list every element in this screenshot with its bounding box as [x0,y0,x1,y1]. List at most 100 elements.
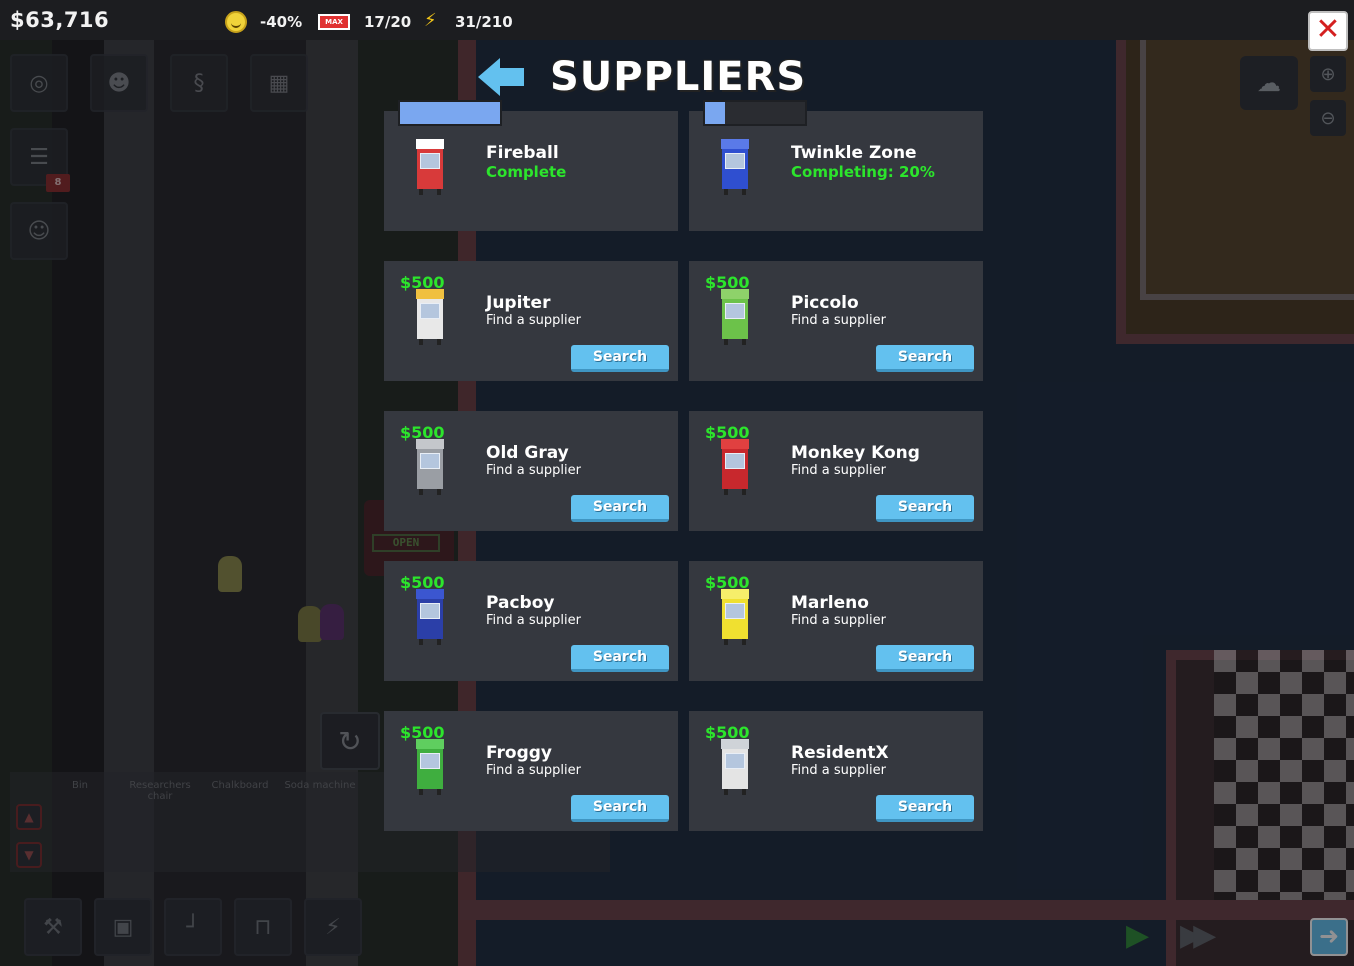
cabinet-leg [437,339,441,345]
cabinet-marquee [416,739,444,749]
supplier-card: $500 Marleno Find a supplier Search [689,561,983,681]
supplier-status: Find a supplier [486,613,581,628]
cabinet-marquee [721,439,749,449]
cabinet-leg [724,189,728,195]
supplier-card: Fireball Complete [384,100,678,231]
search-button[interactable]: Search [571,345,669,372]
arcade-cabinet-icon [416,289,444,345]
power-value: 31/210 [455,13,513,31]
page-title: SUPPLIERS [550,54,807,100]
supplier-name: Twinkle Zone [791,143,917,163]
supplier-progress-fill [705,102,725,124]
arcade-cabinet-icon [721,139,749,195]
cabinet-leg [742,789,746,795]
supplier-card: $500 Old Gray Find a supplier Search [384,411,678,531]
cabinet-screen [420,453,440,469]
cabinet-leg [724,339,728,345]
arcade-cabinet-icon [416,739,444,795]
supplier-name: Monkey Kong [791,443,920,463]
cabinet-leg [742,189,746,195]
back-arrow-icon[interactable] [478,58,524,96]
supplier-status: Find a supplier [486,763,581,778]
arcade-cabinet-icon [416,589,444,645]
cabinet-leg [437,489,441,495]
cabinet-leg [742,339,746,345]
arcade-cabinet-icon [721,589,749,645]
cabinet-screen [420,303,440,319]
cabinet-leg [419,189,423,195]
supplier-status: Find a supplier [791,463,886,478]
supplier-status: Find a supplier [486,313,581,328]
supplier-name: ResidentX [791,743,889,763]
cabinet-leg [724,639,728,645]
arcade-cabinet-icon [721,739,749,795]
cabinet-screen [725,153,745,169]
cabinet-leg [742,489,746,495]
cabinet-leg [724,489,728,495]
supplier-card: $500 Froggy Find a supplier Search [384,711,678,831]
cabinet-leg [419,489,423,495]
search-button[interactable]: Search [876,795,974,822]
cabinet-screen [725,753,745,769]
supplier-name: Froggy [486,743,553,763]
cabinet-leg [742,639,746,645]
cabinet-marquee [416,289,444,299]
cabinet-screen [725,303,745,319]
supplier-name: Old Gray [486,443,569,463]
cabinet-marquee [416,589,444,599]
supplier-progress-bar [398,100,502,126]
supplier-status: Find a supplier [791,313,886,328]
supplier-name: Marleno [791,593,869,613]
cabinet-marquee [721,139,749,149]
supplier-card: $500 ResidentX Find a supplier Search [689,711,983,831]
supplier-status: Find a supplier [791,613,886,628]
cabinet-screen [420,153,440,169]
arcade-cabinet-icon [721,289,749,345]
cabinet-leg [437,639,441,645]
supplier-card: $500 Pacboy Find a supplier Search [384,561,678,681]
arcade-cabinet-icon [416,439,444,495]
supplier-status: Find a supplier [486,463,581,478]
arcade-cabinet-icon [416,139,444,195]
capacity-value: 17/20 [364,13,412,31]
cabinet-marquee [416,139,444,149]
top-hud: $63,716 -40% MAX 17/20 ⚡ 31/210 [0,0,1354,40]
cabinet-marquee [721,589,749,599]
arcade-cabinet-icon [721,439,749,495]
supplier-status: Find a supplier [791,763,886,778]
cabinet-screen [725,603,745,619]
supplier-name: Jupiter [486,293,551,313]
supplier-status: Complete [486,163,567,181]
search-button[interactable]: Search [876,495,974,522]
cabinet-leg [419,339,423,345]
search-button[interactable]: Search [571,645,669,672]
cabinet-leg [437,189,441,195]
cabinet-leg [437,789,441,795]
money-display: $63,716 [10,8,110,32]
supplier-card: $500 Monkey Kong Find a supplier Search [689,411,983,531]
cabinet-screen [420,603,440,619]
supplier-name: Pacboy [486,593,555,613]
supplier-name: Piccolo [791,293,859,313]
mood-value: -40% [260,13,303,31]
close-icon[interactable]: ✕ [1308,11,1348,51]
supplier-status: Completing: 20% [791,163,935,181]
cabinet-screen [725,453,745,469]
cabinet-marquee [721,739,749,749]
mood-smiley-icon [225,11,247,33]
supplier-card: $500 Jupiter Find a supplier Search [384,261,678,381]
supplier-progress-fill [400,102,500,124]
cabinet-marquee [721,289,749,299]
cabinet-leg [419,639,423,645]
supplier-card: $500 Piccolo Find a supplier Search [689,261,983,381]
supplier-name: Fireball [486,143,559,163]
search-button[interactable]: Search [571,795,669,822]
cabinet-marquee [416,439,444,449]
search-button[interactable]: Search [876,345,974,372]
power-bolt-icon: ⚡ [424,10,437,31]
cabinet-leg [724,789,728,795]
search-button[interactable]: Search [571,495,669,522]
cabinet-leg [419,789,423,795]
search-button[interactable]: Search [876,645,974,672]
supplier-card: Twinkle Zone Completing: 20% [689,100,983,231]
